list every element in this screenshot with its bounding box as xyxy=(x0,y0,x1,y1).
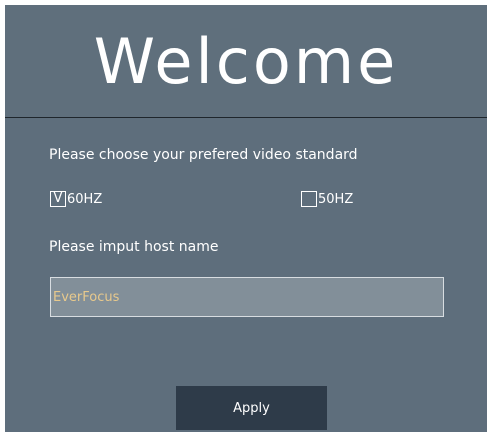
host-name-prompt: Please imput host name xyxy=(49,239,219,255)
option-50hz[interactable]: 50HZ xyxy=(301,190,353,208)
option-50hz-label: 50HZ xyxy=(318,191,354,207)
apply-button[interactable]: Apply xyxy=(176,386,327,430)
welcome-panel: Welcome Please choose your prefered vide… xyxy=(5,5,487,432)
page-title: Welcome xyxy=(93,25,399,98)
option-60hz-label: 60HZ xyxy=(67,191,103,207)
header: Welcome xyxy=(5,5,487,118)
checkbox-60hz[interactable]: V xyxy=(50,191,66,207)
video-standard-prompt: Please choose your prefered video standa… xyxy=(49,147,358,163)
host-name-input[interactable] xyxy=(50,277,444,317)
option-60hz[interactable]: V 60HZ xyxy=(50,190,102,208)
checkbox-50hz[interactable] xyxy=(301,191,317,207)
